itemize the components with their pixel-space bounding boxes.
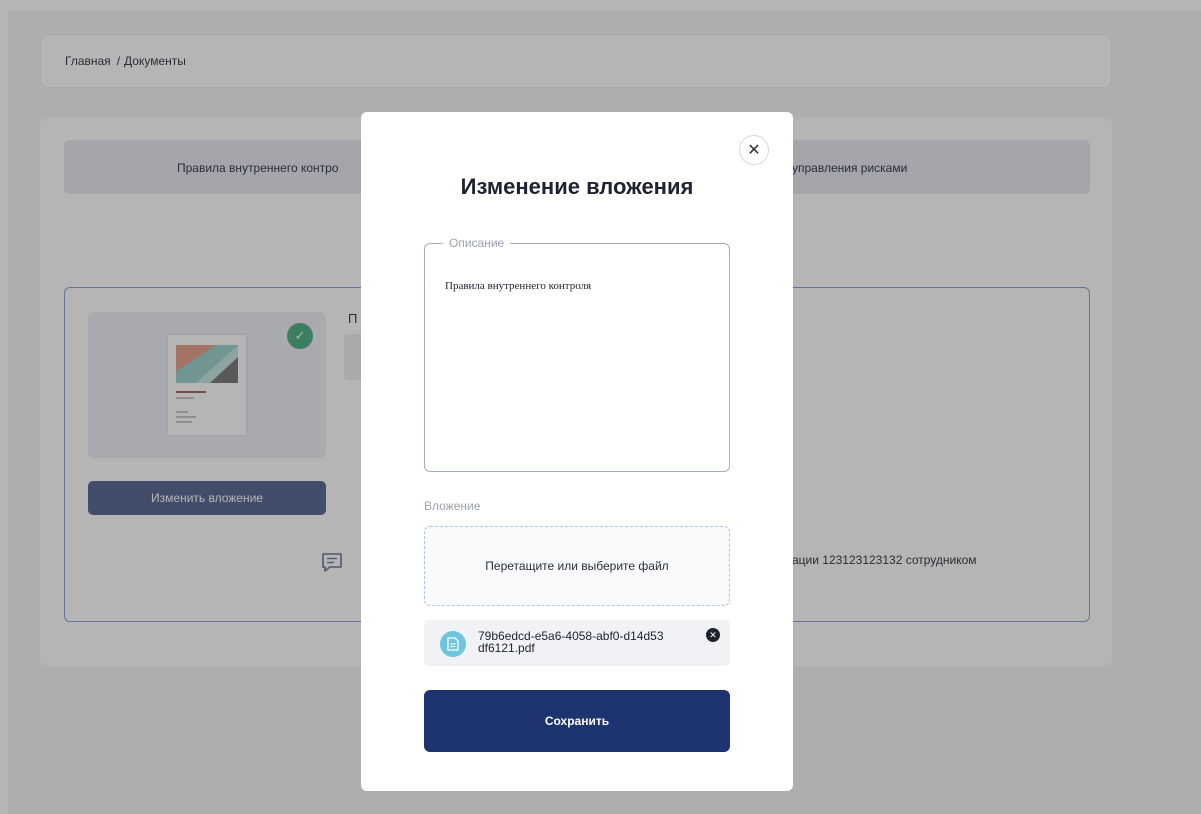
attached-file: 79b6edcd-e5a6-4058-abf0-d14d53df6121.pdf…	[424, 620, 730, 666]
file-icon	[440, 631, 466, 657]
attachment-label: Вложение	[424, 499, 481, 513]
dropzone-text: Перетащите или выберите файл	[485, 559, 669, 573]
description-field[interactable]: Описание Правила внутреннего контроля	[424, 236, 730, 472]
attached-file-name: 79b6edcd-e5a6-4058-abf0-d14d53df6121.pdf	[478, 629, 664, 655]
remove-file-icon[interactable]: ✕	[706, 628, 720, 642]
description-input[interactable]: Правила внутреннего контроля	[445, 280, 715, 292]
close-icon[interactable]: ✕	[739, 135, 769, 165]
file-dropzone[interactable]: Перетащите или выберите файл	[424, 526, 730, 606]
description-label: Описание	[449, 236, 505, 250]
modal-title: Изменение вложения	[460, 174, 694, 199]
save-button[interactable]: Сохранить	[424, 690, 730, 752]
edit-attachment-modal: ✕ Изменение вложения Описание Правила вн…	[361, 112, 793, 791]
